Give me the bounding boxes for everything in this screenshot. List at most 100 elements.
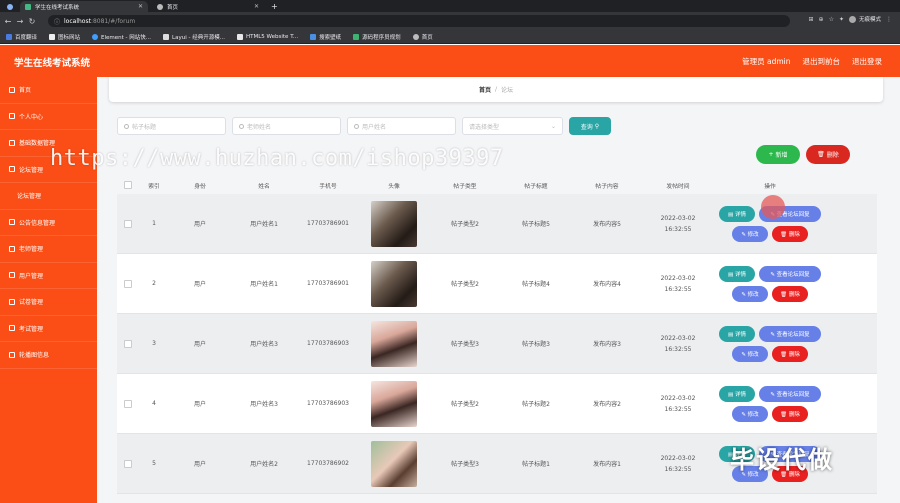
bookmarks-bar: 百度翻译 图标网站 Element - 网站快... Layui - 经典开源模… [0, 30, 900, 44]
search-button[interactable]: 查询 ⚲ [569, 117, 611, 135]
detail-button[interactable]: ▤ 详情 [719, 325, 755, 342]
user-name-input[interactable]: 用户姓名 [347, 117, 456, 135]
sidebar-item-profile[interactable]: 个人中心 [0, 104, 97, 130]
bookmark-icon [310, 33, 317, 40]
delete-button[interactable]: 🗑 删除 [772, 225, 808, 242]
row-checkbox[interactable] [124, 219, 132, 228]
sidebar-item-users[interactable]: 用户管理 [0, 263, 97, 289]
post-title-input[interactable]: 帖子标题 [117, 117, 226, 135]
add-button[interactable]: + 新增 [756, 145, 800, 164]
back-to-front-link[interactable]: 退出到前台 [803, 56, 841, 67]
extensions-icon[interactable]: ✦ [839, 16, 844, 23]
view-replies-button[interactable]: ✎ 查看论坛回复 [759, 385, 821, 402]
cell-phone: 17703786901 [307, 280, 349, 287]
tab-home[interactable]: 首页 ✕ [152, 1, 264, 12]
address-bar[interactable]: ⓘ localhost:8081/#/forum [48, 15, 790, 27]
logout-link[interactable]: 退出登录 [852, 56, 882, 67]
row-checkbox[interactable] [124, 339, 132, 348]
edit-button[interactable]: ✎ 修改 [732, 225, 768, 242]
cell-index: 2 [152, 280, 156, 287]
forward-arrow-icon[interactable]: → [14, 17, 26, 26]
cell-post-time: 2022-03-02 16:32:55 [660, 394, 696, 413]
cell-name: 用户姓名1 [250, 281, 278, 288]
cell-post-type: 帖子类型3 [451, 461, 479, 468]
trash-icon: 🗑 [817, 151, 825, 158]
app-title: 学生在线考试系统 [14, 58, 91, 69]
edit-button[interactable]: ✎ 修改 [732, 285, 768, 302]
vue-icon [25, 3, 31, 10]
cell-post-title: 帖子标题5 [522, 221, 550, 228]
back-arrow-icon[interactable]: ← [2, 17, 14, 26]
breadcrumb-home[interactable]: 首页 [479, 85, 491, 94]
bookmark-icon [412, 33, 419, 40]
close-tab-icon[interactable]: ✕ [254, 3, 259, 10]
bookmark-icon [92, 33, 99, 40]
chevron-down-icon: ⌄ [550, 122, 556, 130]
breadcrumb: 首页 / 论坛 [109, 77, 883, 102]
new-tab-button[interactable]: + [266, 1, 280, 12]
bookmark-item[interactable]: 搜索壁纸 [310, 33, 341, 41]
translate-icon[interactable]: ⊞ [809, 16, 814, 23]
bookmark-item[interactable]: 源码程序员规划 [353, 33, 401, 41]
zoom-icon[interactable]: ⊕ [819, 16, 824, 23]
bookmark-item[interactable]: 百度翻译 [6, 33, 37, 41]
sidebar-item-teacher[interactable]: 老师管理 [0, 236, 97, 263]
edit-button[interactable]: ✎ 修改 [732, 345, 768, 362]
view-replies-button[interactable]: ✎ 查看论坛回复 [759, 265, 821, 282]
bookmark-item[interactable]: 图标网站 [49, 33, 80, 41]
row-checkbox[interactable] [124, 399, 132, 408]
view-replies-button[interactable]: ✎ 查看论坛回复 [759, 325, 821, 342]
sidebar-item-carousel[interactable]: 轮播图信息 [0, 342, 97, 369]
sidebar-item-home[interactable]: 首页 [0, 77, 97, 104]
cell-index: 4 [152, 400, 156, 407]
menu-dots-icon[interactable]: ⋮ [886, 16, 892, 23]
user-icon [9, 113, 15, 120]
detail-button[interactable]: ▤ 详情 [719, 205, 755, 222]
cell-post-title: 帖子标题1 [522, 461, 550, 468]
bookmark-icon [353, 33, 360, 40]
bookmark-item[interactable]: Element - 网站快... [92, 33, 151, 41]
batch-delete-button[interactable]: 🗑 删除 [806, 145, 850, 164]
cell-post-time: 2022-03-02 16:32:55 [660, 214, 696, 233]
delete-button[interactable]: 🗑 删除 [772, 285, 808, 302]
row-checkbox[interactable] [124, 279, 132, 288]
cell-role: 用户 [193, 341, 206, 348]
row-checkbox[interactable] [124, 459, 132, 468]
detail-button[interactable]: ▤ 详情 [719, 265, 755, 282]
cell-name: 用户姓名1 [250, 221, 278, 228]
cell-post-time: 2022-03-02 16:32:55 [660, 334, 696, 353]
cell-index: 3 [152, 340, 156, 347]
incognito-icon [848, 15, 856, 23]
sidebar-item-exams[interactable]: 考试管理 [0, 316, 97, 342]
cell-post-content: 发布内容5 [593, 221, 621, 228]
breadcrumb-current: 论坛 [501, 87, 514, 94]
notice-icon [9, 219, 15, 226]
teacher-icon [9, 245, 15, 252]
search-icon [354, 123, 359, 129]
bookmark-item[interactable]: HTML5 Website T... [236, 33, 298, 40]
reload-icon[interactable]: ↻ [26, 17, 38, 26]
delete-button[interactable]: 🗑 删除 [772, 345, 808, 362]
detail-button[interactable]: ▤ 详情 [719, 385, 755, 402]
close-tab-icon[interactable]: ✕ [138, 3, 143, 10]
star-icon[interactable]: ☆ [829, 16, 834, 23]
sidebar-subitem-forum[interactable]: 论坛管理 [0, 183, 97, 210]
sidebar-item-notice[interactable]: 公告信息管理 [0, 210, 97, 236]
bookmark-item[interactable]: Layui - 经典开源模... [163, 33, 225, 41]
incognito-indicator[interactable]: 无痕模式 [848, 15, 881, 23]
table-row: 3 用户 用户姓名3 17703786903 帖子类型3 帖子标题3 发布内容3… [117, 314, 877, 374]
tab-nav-icon[interactable] [2, 1, 16, 12]
edit-button[interactable]: ✎ 修改 [732, 405, 768, 422]
select-all-checkbox[interactable] [124, 181, 132, 189]
table-row: 4 用户 用户姓名3 17703786903 帖子类型2 帖子标题2 发布内容2… [117, 374, 877, 434]
tab-exam-system[interactable]: 学生在线考试系统 ✕ [20, 1, 148, 12]
teacher-name-input[interactable]: 老师姓名 [232, 117, 341, 135]
delete-button[interactable]: 🗑 删除 [772, 405, 808, 422]
cell-post-content: 发布内容2 [593, 401, 621, 408]
table-row: 2 用户 用户姓名1 17703786901 帖子类型2 帖子标题4 发布内容4… [117, 254, 877, 314]
bookmark-item[interactable]: 首页 [412, 33, 433, 41]
paper-icon [9, 298, 15, 305]
cell-index: 1 [152, 220, 156, 227]
post-type-select[interactable]: 请选择类型 ⌄ [462, 117, 563, 135]
sidebar-item-papers[interactable]: 试卷管理 [0, 289, 97, 316]
